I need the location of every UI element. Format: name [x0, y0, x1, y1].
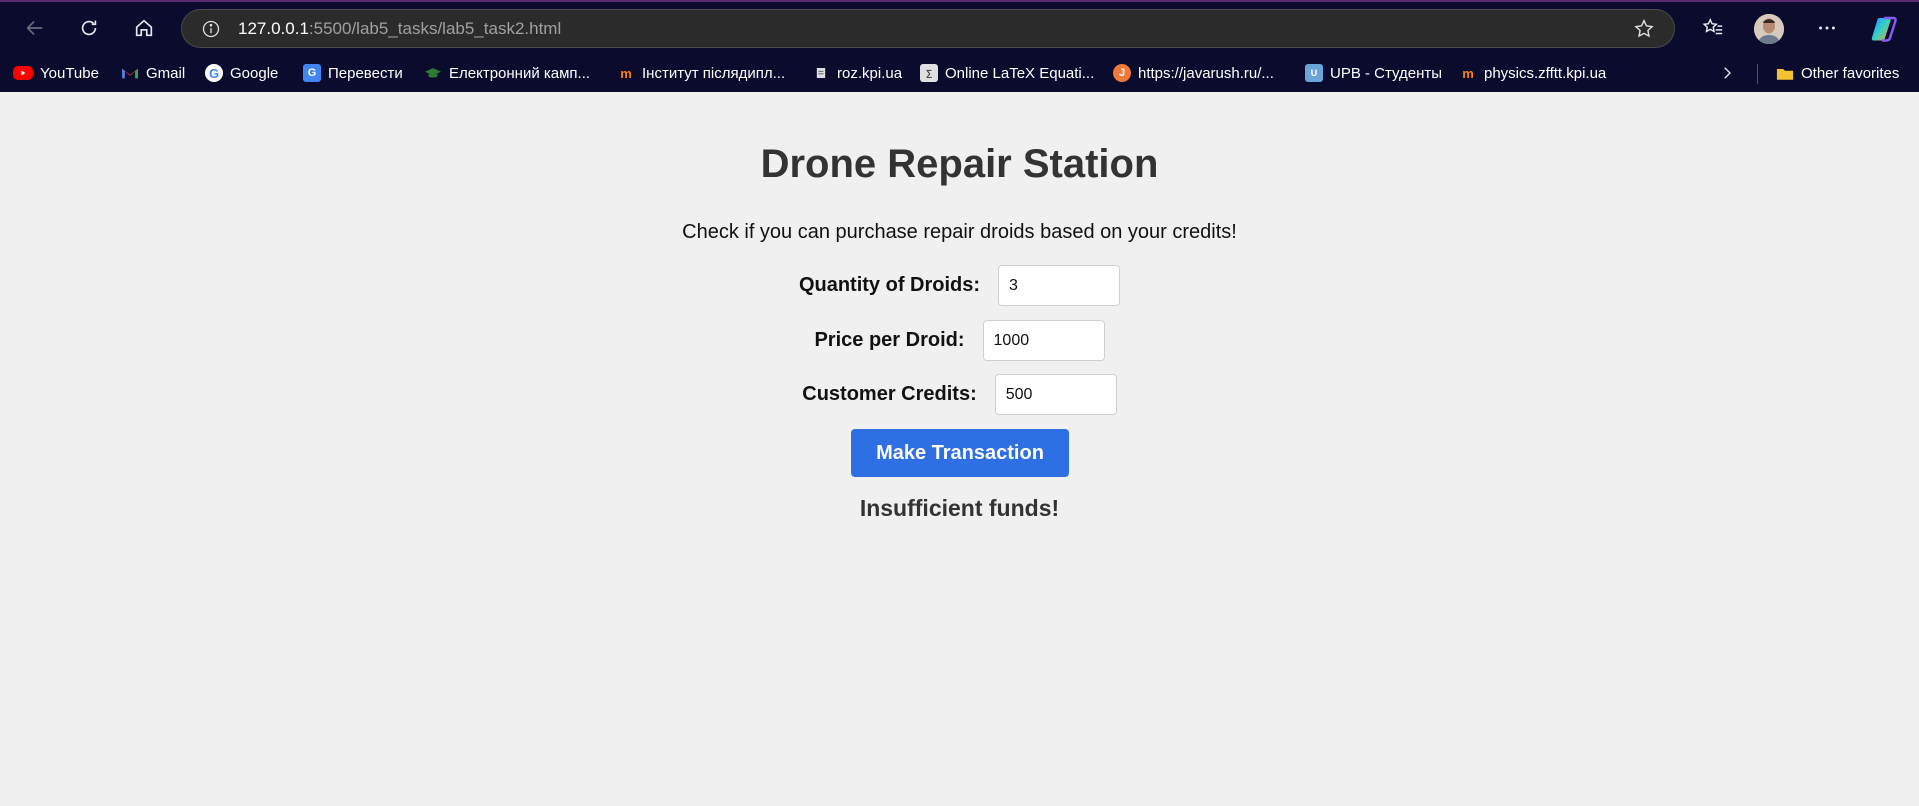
quantity-label: Quantity of Droids: — [798, 274, 981, 296]
bookmark-label: UPB - Студенты — [1330, 64, 1443, 82]
page-icon — [812, 64, 830, 82]
other-favorites-label: Other favorites — [1801, 64, 1900, 82]
graduation-cap-icon — [424, 64, 442, 82]
moodle-icon: m — [620, 65, 632, 81]
page-title: Drone Repair Station — [760, 142, 1159, 186]
copilot-icon — [1871, 16, 1897, 42]
url-text[interactable]: 127.0.0.1:5500/lab5_tasks/lab5_task2.htm… — [238, 19, 561, 39]
bookmark-javarush[interactable]: J https://javarush.ru/... — [1113, 58, 1274, 88]
google-icon: G — [205, 64, 223, 82]
bookmark-gmail[interactable]: Gmail — [121, 58, 185, 88]
settings-menu-button[interactable] — [1811, 12, 1843, 44]
javarush-icon: J — [1113, 64, 1131, 82]
favorite-star-icon[interactable] — [1632, 17, 1656, 41]
bookmarks-overflow-button[interactable] — [1718, 58, 1736, 88]
back-button[interactable] — [19, 12, 51, 44]
bookmarks-divider — [1757, 64, 1758, 84]
upb-icon: U — [1305, 64, 1323, 82]
price-row: Price per Droid: — [0, 320, 1919, 361]
make-transaction-button[interactable]: Make Transaction — [851, 429, 1069, 477]
quantity-row: Quantity of Droids: — [0, 265, 1919, 306]
moodle-icon: m — [1462, 65, 1474, 81]
address-bar[interactable]: 127.0.0.1:5500/lab5_tasks/lab5_task2.htm… — [181, 9, 1675, 48]
url-path: :5500/lab5_tasks/lab5_task2.html — [308, 18, 562, 38]
bookmark-institute[interactable]: m Інститут післядипл... — [617, 58, 785, 88]
translate-icon: G — [303, 64, 321, 82]
bookmark-upb[interactable]: U UPB - Студенты — [1305, 58, 1442, 88]
bookmark-label: Перевести — [328, 64, 403, 82]
other-favorites-folder[interactable]: Other favorites — [1776, 58, 1899, 88]
page-subtitle: Check if you can purchase repair droids … — [682, 221, 1237, 243]
credits-input[interactable] — [994, 374, 1117, 415]
more-dots-icon — [1819, 26, 1835, 30]
bookmark-label: Online LaTeX Equati... — [945, 64, 1095, 82]
browser-chrome: 127.0.0.1:5500/lab5_tasks/lab5_task2.htm… — [0, 0, 1919, 92]
bookmark-label: YouTube — [40, 64, 99, 82]
bookmark-google[interactable]: G Google — [205, 58, 278, 88]
bookmark-youtube[interactable]: YouTube — [13, 58, 99, 88]
credits-label: Customer Credits: — [802, 383, 977, 405]
page-content: Drone Repair Station Check if you can pu… — [0, 92, 1919, 806]
bookmark-label: Інститут післядипл... — [642, 64, 786, 82]
gmail-icon — [121, 64, 139, 82]
favorites-button[interactable] — [1697, 12, 1729, 44]
bookmark-campus[interactable]: Електронний камп... — [424, 58, 590, 88]
bookmark-latex[interactable]: ∑ Online LaTeX Equati... — [920, 58, 1094, 88]
home-button[interactable] — [128, 12, 160, 44]
bookmark-label: Електронний камп... — [449, 64, 591, 82]
bookmarks-bar: YouTube Gmail G Google G Перевести Елект… — [0, 58, 1919, 88]
avatar-image — [1754, 14, 1784, 44]
refresh-button[interactable] — [73, 12, 105, 44]
browser-toolbar: 127.0.0.1:5500/lab5_tasks/lab5_task2.htm… — [0, 2, 1919, 54]
price-label: Price per Droid: — [814, 329, 965, 351]
profile-avatar[interactable] — [1754, 14, 1784, 44]
copilot-button[interactable] — [1870, 14, 1900, 44]
transaction-result: Insufficient funds! — [859, 495, 1060, 521]
arrow-left-icon — [26, 20, 43, 36]
latex-icon: ∑ — [920, 64, 938, 82]
quantity-input[interactable] — [998, 265, 1121, 306]
bookmark-label: Gmail — [146, 64, 186, 82]
bookmark-physics[interactable]: m physics.zfftt.kpi.ua — [1459, 58, 1606, 88]
chevron-right-icon — [1724, 67, 1731, 79]
bookmark-label: https://javarush.ru/... — [1138, 64, 1274, 82]
bookmark-label: roz.kpi.ua — [837, 64, 903, 82]
refresh-icon — [81, 20, 97, 36]
bookmark-label: physics.zfftt.kpi.ua — [1484, 64, 1607, 82]
favorites-list-icon — [1702, 18, 1723, 35]
bookmark-roz[interactable]: roz.kpi.ua — [812, 58, 902, 88]
bookmark-translate[interactable]: G Перевести — [303, 58, 403, 88]
bookmark-label: Google — [230, 64, 279, 82]
youtube-icon — [13, 66, 33, 80]
url-host: 127.0.0.1 — [238, 18, 309, 38]
folder-icon — [1776, 64, 1794, 82]
credits-row: Customer Credits: — [0, 374, 1919, 415]
price-input[interactable] — [982, 320, 1105, 361]
home-icon — [135, 19, 153, 37]
info-icon[interactable] — [198, 16, 224, 42]
